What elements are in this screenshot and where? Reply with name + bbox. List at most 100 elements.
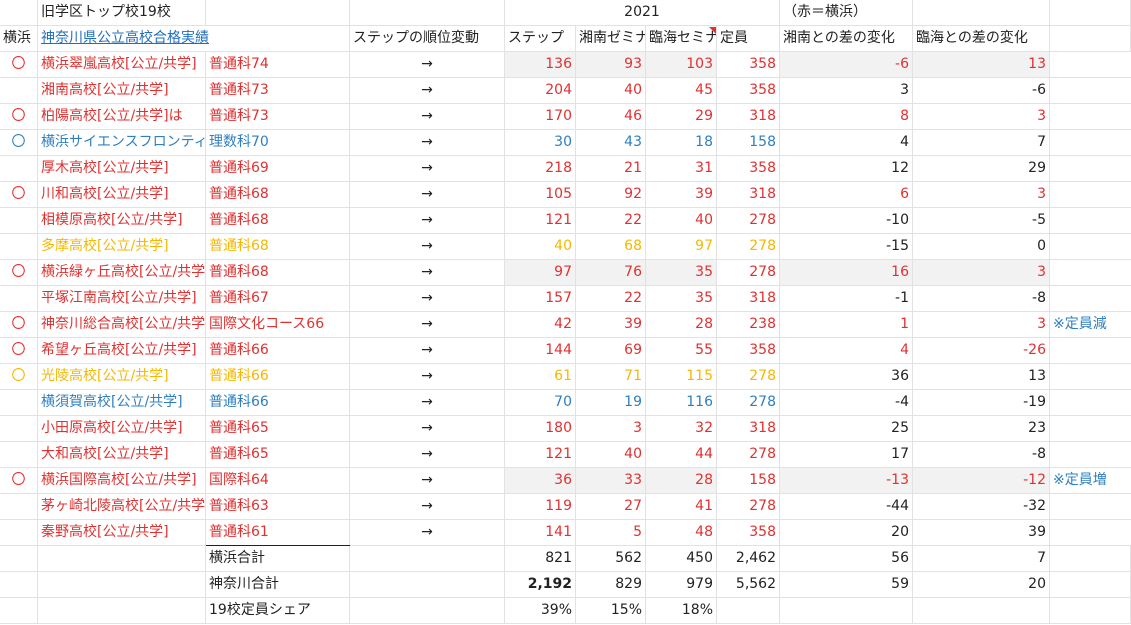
diff-d2[interactable]: -6 bbox=[913, 78, 1050, 104]
row-step[interactable]: 121 bbox=[505, 442, 576, 468]
summary-mark[interactable] bbox=[0, 572, 38, 598]
rank-change-arrow-icon[interactable]: → bbox=[350, 78, 505, 104]
summary-label[interactable]: 神奈川合計 bbox=[206, 572, 350, 598]
summary-note[interactable] bbox=[1050, 598, 1131, 624]
diff-d1[interactable]: -1 bbox=[780, 286, 913, 312]
rank-change-arrow-icon[interactable]: → bbox=[350, 234, 505, 260]
header1-mark-cell[interactable] bbox=[0, 0, 38, 26]
diff-d1[interactable]: -4 bbox=[780, 390, 913, 416]
summary-arrow[interactable] bbox=[350, 572, 505, 598]
course-name[interactable]: 普通科66 bbox=[206, 390, 350, 416]
row-step[interactable]: 70 bbox=[505, 390, 576, 416]
row-cap[interactable]: 318 bbox=[717, 182, 780, 208]
yokohama-mark-icon[interactable] bbox=[0, 78, 38, 104]
summary-rinkai[interactable]: 450 bbox=[646, 546, 717, 572]
row-rinkai[interactable]: 35 bbox=[646, 286, 717, 312]
school-name[interactable]: 湘南高校[公立/共学] bbox=[38, 78, 206, 104]
comment-indicator-icon[interactable] bbox=[709, 27, 716, 34]
course-name[interactable]: 普通科65 bbox=[206, 416, 350, 442]
diff-d1[interactable]: 8 bbox=[780, 104, 913, 130]
header1-course-cell[interactable] bbox=[206, 0, 350, 26]
legend-note[interactable]: （赤＝横浜） bbox=[780, 0, 913, 26]
row-step[interactable]: 36 bbox=[505, 468, 576, 494]
row-shonan[interactable]: 43 bbox=[576, 130, 646, 156]
row-note[interactable]: ※定員増 bbox=[1050, 468, 1131, 494]
yokohama-mark-icon[interactable] bbox=[0, 520, 38, 546]
course-name[interactable]: 普通科68 bbox=[206, 208, 350, 234]
row-step[interactable]: 141 bbox=[505, 520, 576, 546]
row-shonan[interactable]: 22 bbox=[576, 208, 646, 234]
row-cap[interactable]: 278 bbox=[717, 208, 780, 234]
course-name[interactable]: 普通科69 bbox=[206, 156, 350, 182]
row-step[interactable]: 157 bbox=[505, 286, 576, 312]
school-name[interactable]: 希望ヶ丘高校[公立/共学] bbox=[38, 338, 206, 364]
row-rinkai[interactable]: 35 bbox=[646, 260, 717, 286]
row-step[interactable]: 61 bbox=[505, 364, 576, 390]
rank-change-arrow-icon[interactable]: → bbox=[350, 494, 505, 520]
diff-d1[interactable]: 4 bbox=[780, 130, 913, 156]
diff-d2[interactable]: 23 bbox=[913, 416, 1050, 442]
summary-school[interactable] bbox=[38, 572, 206, 598]
row-rinkai[interactable]: 55 bbox=[646, 338, 717, 364]
row-cap[interactable]: 158 bbox=[717, 130, 780, 156]
row-step[interactable]: 119 bbox=[505, 494, 576, 520]
row-rinkai[interactable]: 31 bbox=[646, 156, 717, 182]
school-name[interactable]: 光陵高校[公立/共学] bbox=[38, 364, 206, 390]
yokohama-mark-icon[interactable]: 〇 bbox=[0, 338, 38, 364]
row-shonan[interactable]: 40 bbox=[576, 78, 646, 104]
course-name[interactable]: 普通科65 bbox=[206, 442, 350, 468]
diff-d1[interactable]: -10 bbox=[780, 208, 913, 234]
row-step[interactable]: 105 bbox=[505, 182, 576, 208]
summary-cap[interactable]: 2,462 bbox=[717, 546, 780, 572]
rank-change-arrow-icon[interactable]: → bbox=[350, 156, 505, 182]
row-rinkai[interactable]: 29 bbox=[646, 104, 717, 130]
row-rinkai[interactable]: 48 bbox=[646, 520, 717, 546]
row-note[interactable] bbox=[1050, 78, 1131, 104]
row-note[interactable] bbox=[1050, 182, 1131, 208]
school-name[interactable]: 多摩高校[公立/共学] bbox=[38, 234, 206, 260]
summary-mark[interactable] bbox=[0, 598, 38, 624]
row-step[interactable]: 180 bbox=[505, 416, 576, 442]
summary-d1[interactable] bbox=[780, 598, 913, 624]
row-shonan[interactable]: 3 bbox=[576, 416, 646, 442]
rank-change-arrow-icon[interactable]: → bbox=[350, 520, 505, 546]
diff-d2[interactable]: 0 bbox=[913, 234, 1050, 260]
diff-d2[interactable]: -32 bbox=[913, 494, 1050, 520]
row-cap[interactable]: 318 bbox=[717, 416, 780, 442]
row-note[interactable] bbox=[1050, 234, 1131, 260]
header-rinkai[interactable]: 臨海セミナー bbox=[646, 26, 717, 52]
row-cap[interactable]: 278 bbox=[717, 234, 780, 260]
row-note[interactable] bbox=[1050, 104, 1131, 130]
row-shonan[interactable]: 40 bbox=[576, 442, 646, 468]
course-name[interactable]: 普通科68 bbox=[206, 260, 350, 286]
sheet-title[interactable]: 旧学区トップ校19校 bbox=[38, 0, 206, 26]
row-shonan[interactable]: 76 bbox=[576, 260, 646, 286]
summary-d1[interactable]: 59 bbox=[780, 572, 913, 598]
school-name[interactable]: 横浜国際高校[公立/共学] bbox=[38, 468, 206, 494]
row-rinkai[interactable]: 18 bbox=[646, 130, 717, 156]
school-name[interactable]: 茅ヶ崎北陵高校[公立/共学] bbox=[38, 494, 206, 520]
summary-school[interactable] bbox=[38, 546, 206, 572]
summary-shonan[interactable]: 829 bbox=[576, 572, 646, 598]
diff-d1[interactable]: 3 bbox=[780, 78, 913, 104]
header-cap[interactable]: 定員 bbox=[717, 26, 780, 52]
row-step[interactable]: 144 bbox=[505, 338, 576, 364]
row-shonan[interactable]: 19 bbox=[576, 390, 646, 416]
row-note[interactable] bbox=[1050, 390, 1131, 416]
row-shonan[interactable]: 21 bbox=[576, 156, 646, 182]
yokohama-mark-icon[interactable]: 〇 bbox=[0, 104, 38, 130]
yokohama-mark-icon[interactable]: 〇 bbox=[0, 260, 38, 286]
header1-arrow-cell[interactable] bbox=[350, 0, 505, 26]
results-link[interactable]: 神奈川県公立高校合格実績 bbox=[38, 26, 350, 52]
row-cap[interactable]: 278 bbox=[717, 390, 780, 416]
summary-note[interactable] bbox=[1050, 572, 1131, 598]
course-name[interactable]: 国際科64 bbox=[206, 468, 350, 494]
summary-d1[interactable]: 56 bbox=[780, 546, 913, 572]
row-note[interactable] bbox=[1050, 364, 1131, 390]
yokohama-mark-icon[interactable] bbox=[0, 442, 38, 468]
course-name[interactable]: 国際文化コース66 bbox=[206, 312, 350, 338]
header1-d2-cell[interactable] bbox=[913, 0, 1050, 26]
row-rinkai[interactable]: 97 bbox=[646, 234, 717, 260]
course-name[interactable]: 普通科66 bbox=[206, 364, 350, 390]
diff-d1[interactable]: 1 bbox=[780, 312, 913, 338]
